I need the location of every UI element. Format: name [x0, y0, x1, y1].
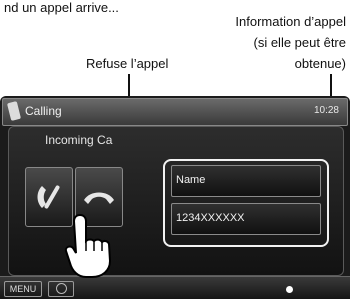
- hand-pointer-icon: [64, 213, 112, 278]
- info-callout-line2: (si elle peut être: [253, 35, 347, 50]
- phone-answer-icon: [37, 185, 60, 209]
- screen-title: Calling: [25, 104, 62, 118]
- menu-button[interactable]: MENU: [4, 281, 42, 297]
- refuse-callout: Refuse l’appel: [86, 56, 169, 71]
- incoming-call-heading: Incoming Ca: [45, 133, 113, 147]
- indicator-dot: [286, 286, 293, 293]
- title-bar: Calling 10:28: [2, 98, 348, 126]
- call-info-highlight: [163, 159, 329, 247]
- phone-hangup-icon: [84, 192, 114, 204]
- clock: 10:28: [313, 105, 339, 116]
- device-screen: Calling 10:28 Incoming Ca Name 1234XXXXX…: [0, 96, 350, 299]
- eject-button[interactable]: [48, 281, 74, 297]
- info-callout-line3: obtenue): [294, 56, 346, 71]
- bottom-bar: MENU: [0, 276, 350, 299]
- intro-text: nd un appel arrive...: [4, 0, 119, 15]
- phone-icon: [6, 101, 22, 121]
- info-callout-line1: Information d’appel: [235, 14, 346, 29]
- eject-icon: [56, 283, 67, 294]
